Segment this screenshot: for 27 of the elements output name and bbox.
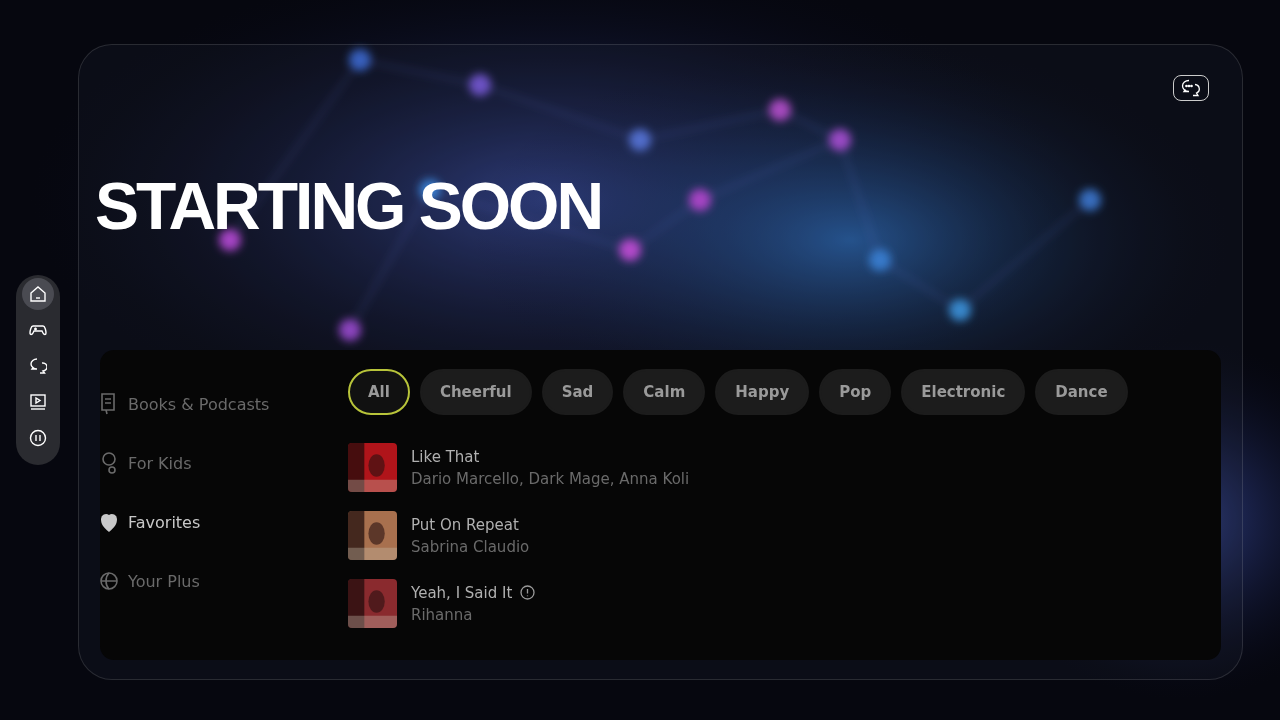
- track-artist: Rihanna: [411, 605, 474, 624]
- video-icon: [29, 393, 47, 411]
- filter-chip[interactable]: Sad: [541, 369, 614, 415]
- chat-button[interactable]: [1173, 75, 1209, 101]
- home-button[interactable]: [22, 278, 54, 310]
- sidebar-item[interactable]: For Kids: [100, 450, 348, 476]
- filter-chip[interactable]: All: [348, 369, 410, 415]
- filter-chip[interactable]: Calm: [623, 369, 706, 415]
- track-artist: Dario Marcello, Dark Mage, Anna Koli: [411, 469, 690, 488]
- track-title: Put On Repeat: [411, 515, 519, 534]
- filter-chip[interactable]: Dance: [1035, 369, 1128, 415]
- globe-icon: [100, 569, 118, 593]
- house-icon: [29, 285, 47, 303]
- track-artist: Sabrina Claudio: [411, 537, 530, 556]
- track-title: Yeah, I Said It: [411, 583, 513, 602]
- sidebar-item[interactable]: Favorites: [100, 509, 348, 535]
- filter-chip[interactable]: Electronic: [901, 369, 1026, 415]
- track-title: Like That: [411, 447, 480, 466]
- info-icon: [520, 585, 536, 600]
- book-icon: [100, 392, 118, 416]
- filter-chip[interactable]: Cheerful: [419, 369, 532, 415]
- filter-chip[interactable]: Happy: [715, 369, 810, 415]
- pause-icon: [29, 429, 47, 447]
- banner-title: STARTING SOON: [95, 173, 602, 239]
- filter-chip[interactable]: Pop: [819, 369, 892, 415]
- sidebar-item[interactable]: Your Plus: [100, 568, 348, 594]
- sidebar-item[interactable]: Books & Podcasts: [100, 391, 348, 417]
